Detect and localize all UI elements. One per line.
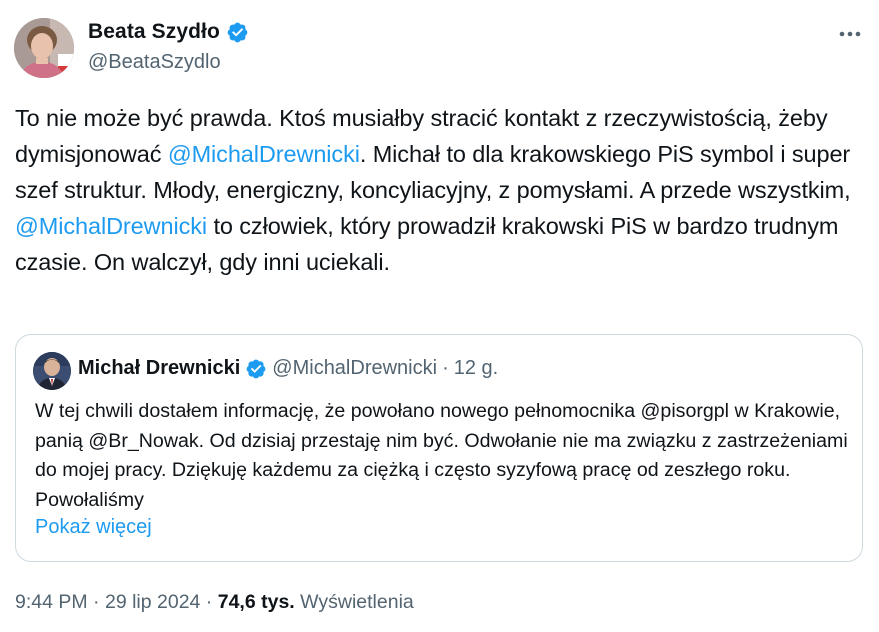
views-count: 74,6 tys.	[217, 591, 295, 613]
metadata-separator: ·	[87, 591, 105, 613]
more-options-button[interactable]	[834, 22, 866, 46]
quoted-author-avatar[interactable]	[33, 352, 71, 390]
show-more-link[interactable]: Pokaż więcej	[35, 516, 152, 539]
quoted-tweet-card[interactable]: Michał Drewnicki @MichalDrewnicki · 12 g…	[15, 334, 863, 562]
tweet-metadata: 9:44 PM · 29 lip 2024 · 74,6 tys. Wyświe…	[15, 591, 414, 614]
quoted-timestamp[interactable]: 12 g.	[454, 357, 498, 380]
tweet: Beata Szydło @BeataSzydlo To nie może by…	[0, 0, 879, 632]
author-handle[interactable]: @BeataSzydlo	[88, 51, 221, 74]
verified-badge-icon	[245, 358, 267, 380]
quoted-separator: ·	[442, 357, 449, 379]
tweet-time[interactable]: 9:44 PM	[15, 591, 88, 613]
verified-badge-icon	[226, 21, 249, 44]
quoted-tweet-text: W tej chwili dostałem informację, że pow…	[35, 400, 848, 511]
quoted-header: Michał Drewnicki @MichalDrewnicki · 12 g…	[78, 357, 498, 380]
quoted-author-name[interactable]: Michał Drewnicki	[78, 357, 240, 380]
quoted-author-handle: @MichalDrewnicki	[272, 357, 438, 379]
more-horizontal-icon	[839, 31, 861, 37]
tweet-text: To nie może być prawda. Ktoś musiałby st…	[15, 100, 867, 280]
views-label: Wyświetlenia	[294, 591, 414, 613]
mention-link[interactable]: @MichalDrewnicki	[15, 213, 207, 239]
author-name[interactable]: Beata Szydło	[88, 20, 220, 44]
author-avatar[interactable]	[14, 18, 74, 78]
mention-link[interactable]: @MichalDrewnicki	[168, 141, 360, 167]
author-name-row: Beata Szydło	[88, 20, 249, 44]
tweet-date[interactable]: 29 lip 2024	[105, 591, 200, 613]
metadata-separator: ·	[200, 591, 218, 613]
